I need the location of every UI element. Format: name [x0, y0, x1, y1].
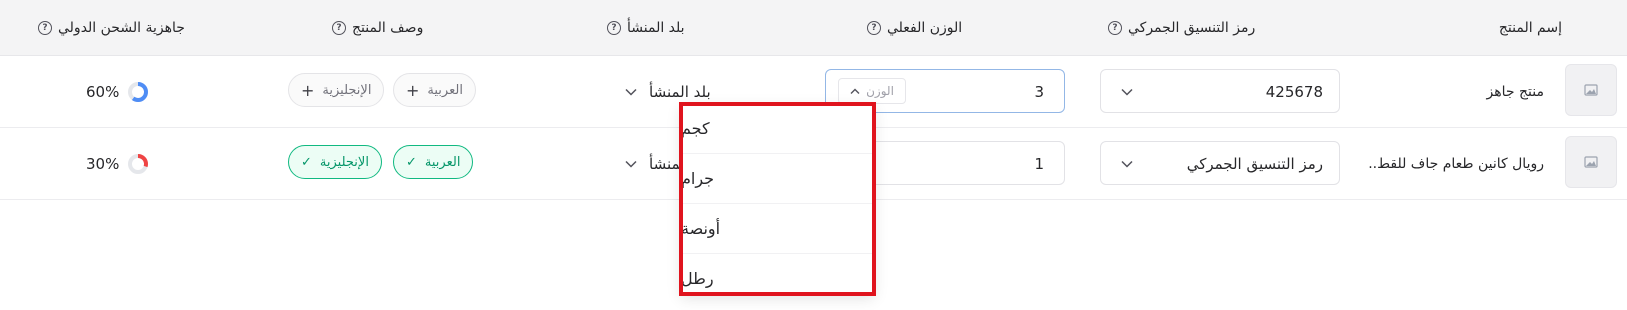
pill-label: العربية	[427, 82, 463, 98]
image-placeholder-icon	[1584, 156, 1598, 168]
column-header-actual-weight: الوزن الفعلي ?	[867, 0, 962, 56]
weight-unit-placeholder: الوزن	[866, 84, 894, 98]
chevron-down-icon	[625, 85, 637, 99]
dropdown-option-gram[interactable]: جرام	[681, 154, 874, 204]
plus-icon: +	[301, 80, 315, 100]
shipping-readiness: 60%	[86, 56, 149, 128]
table-header: إسم المنتج رمز التنسيق الجمركي ? الوزن ا…	[0, 0, 1627, 56]
chevron-down-icon	[625, 157, 637, 171]
weight-value: 3	[1034, 83, 1044, 101]
help-icon[interactable]: ?	[38, 21, 52, 35]
dropdown-option-kg[interactable]: كجم	[681, 104, 874, 154]
pill-label: العربية	[424, 154, 461, 170]
column-header-label: وصف المنتج	[352, 20, 424, 36]
hs-code-value: رمز التنسيق الجمركي	[1186, 155, 1323, 173]
help-icon[interactable]: ?	[1108, 21, 1122, 35]
shipping-readiness: 30%	[86, 128, 149, 200]
weight-unit-dropdown: كجم جرام أونصة رطل	[681, 104, 874, 294]
column-header-label: رمز التنسيق الجمركي	[1128, 20, 1256, 36]
product-thumbnail	[1565, 64, 1617, 116]
column-header-hs-code: رمز التنسيق الجمركي ?	[1108, 0, 1255, 56]
readiness-value: 30%	[86, 155, 120, 173]
column-header-product-description: وصف المنتج ?	[332, 0, 423, 56]
dropdown-option-pound[interactable]: رطل	[681, 254, 874, 294]
progress-ring-icon	[128, 154, 149, 174]
readiness-value: 60%	[86, 83, 120, 101]
column-header-label: بلد المنشأ	[627, 20, 685, 36]
hs-code-select[interactable]: رمز التنسيق الجمركي	[1100, 141, 1340, 185]
image-placeholder-icon	[1584, 84, 1598, 96]
check-icon: ✓	[301, 154, 312, 170]
chevron-down-icon	[1121, 142, 1133, 186]
weight-unit-select[interactable]: الوزن	[838, 78, 906, 104]
help-icon[interactable]: ?	[867, 21, 881, 35]
column-header-label: جاهزية الشحن الدولي	[58, 20, 185, 36]
weight-value: 1	[1034, 155, 1044, 173]
dropdown-option-ounce[interactable]: أونصة	[681, 204, 874, 254]
product-name[interactable]: منتج جاهز	[1487, 56, 1544, 128]
progress-ring-icon	[128, 82, 149, 102]
help-icon[interactable]: ?	[332, 21, 346, 35]
pill-label: الإنجليزية	[322, 82, 372, 98]
english-description-button[interactable]: الإنجليزية ✓	[288, 145, 382, 179]
arabic-description-button[interactable]: العربية ✓	[393, 145, 474, 179]
column-header-shipping-readiness: جاهزية الشحن الدولي ?	[38, 0, 185, 56]
chevron-down-icon	[1121, 70, 1133, 114]
column-header-origin-country: بلد المنشأ ?	[607, 0, 685, 56]
column-header-label: الوزن الفعلي	[887, 20, 963, 36]
column-header-label: إسم المنتج	[1498, 20, 1562, 36]
origin-country-value: بلد المنشأ	[649, 83, 711, 101]
plus-icon: +	[406, 80, 420, 100]
add-english-description-button[interactable]: الإنجليزية +	[288, 73, 385, 107]
hs-code-select[interactable]: 425678	[1100, 69, 1340, 113]
column-header-product-name: إسم المنتج	[1499, 0, 1562, 56]
product-thumbnail	[1565, 136, 1617, 188]
add-arabic-description-button[interactable]: العربية +	[393, 73, 476, 107]
help-icon[interactable]: ?	[607, 21, 621, 35]
chevron-up-icon	[850, 88, 860, 94]
product-name[interactable]: رويال كانين طعام جاف للقط..	[1368, 128, 1544, 200]
check-icon: ✓	[406, 154, 417, 170]
pill-label: الإنجليزية	[319, 154, 369, 170]
hs-code-value: 425678	[1265, 83, 1323, 101]
